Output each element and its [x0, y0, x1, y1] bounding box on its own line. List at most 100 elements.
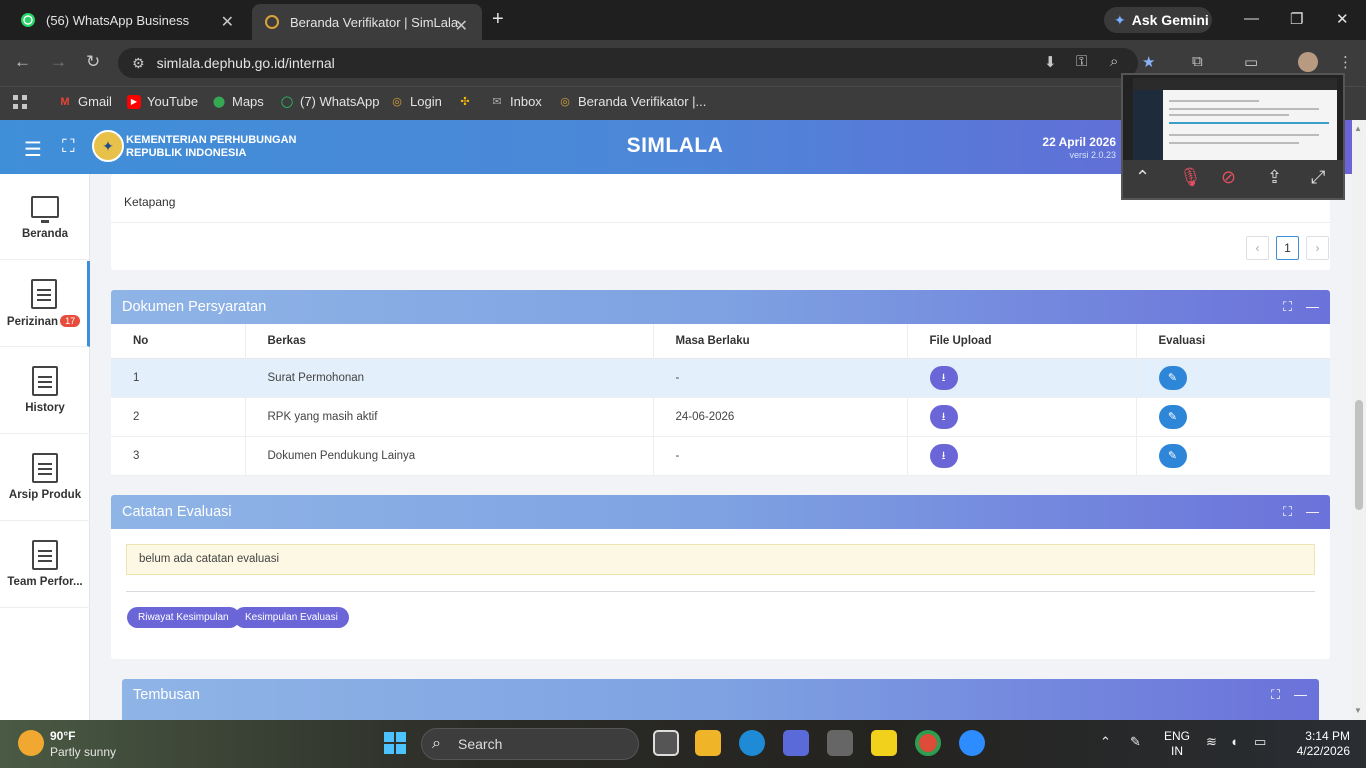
table-row: 3 Dokumen Pendukung Lainya - ⭳ ✎ [111, 436, 1330, 476]
new-tab-icon[interactable]: + [492, 8, 504, 31]
weather-partly-sunny-icon[interactable] [18, 730, 44, 756]
sidebar-item-history[interactable]: History [0, 348, 90, 434]
chrome-icon[interactable] [915, 730, 941, 756]
pagination-prev-button[interactable]: ‹ [1246, 236, 1269, 260]
sidebar-item-arsip-produk[interactable]: Arsip Produk [0, 435, 90, 521]
page-scrollbar[interactable]: ▲ ▼ [1352, 120, 1366, 720]
simlala-favicon-icon [264, 14, 280, 30]
back-icon[interactable]: ← [14, 52, 31, 72]
install-app-icon[interactable]: ⬇ [1044, 53, 1057, 71]
sidebar-item-beranda[interactable]: Beranda [0, 174, 90, 260]
clock-date: 4/22/2026 [1296, 744, 1350, 758]
edit-evaluasi-button[interactable]: ✎ [1158, 443, 1187, 468]
bookmark-login[interactable]: ◎ Login [390, 94, 442, 109]
fullscreen-icon[interactable]: ⛶ [62, 136, 75, 157]
restore-icon[interactable]: ❐ [1290, 10, 1303, 28]
kesimpulan-evaluasi-button[interactable]: Kesimpulan Evaluasi [234, 607, 349, 628]
panel-expand-icon[interactable]: ⛶ [1283, 290, 1292, 324]
sidebar-item-label: Beranda [21, 228, 69, 240]
meeting-pip-window[interactable]: ⌃ 🎙 ⊘ ⇪ ⤢ [1121, 73, 1345, 200]
bookmark-whatsapp[interactable]: ◯ (7) WhatsApp [280, 94, 380, 109]
share-screen-icon[interactable]: ⇪ [1267, 167, 1282, 188]
hamburger-menu-icon[interactable]: ☰ [24, 137, 42, 162]
site-info-icon[interactable]: ⚙ [132, 55, 145, 72]
password-key-icon[interactable]: ⚿ [1076, 53, 1087, 70]
row-number: 2 [111, 397, 246, 437]
download-button[interactable]: ⭳ [929, 443, 958, 468]
volume-icon[interactable]: ◖ [1230, 734, 1238, 749]
bookmark-label: Inbox [510, 94, 542, 109]
download-button[interactable]: ⭳ [929, 404, 958, 429]
camera-off-icon[interactable]: ⊘ [1221, 167, 1236, 188]
system-clock[interactable]: 3:14 PM 4/22/2026 [1292, 729, 1350, 759]
tray-chevron-up-icon[interactable]: ⌃ [1100, 734, 1111, 750]
cast-icon[interactable]: ▭ [1244, 53, 1258, 71]
panel-expand-icon[interactable]: ⛶ [1271, 679, 1280, 711]
expand-pip-icon[interactable]: ⤢ [1311, 167, 1325, 188]
riwayat-kesimpulan-button[interactable]: Riwayat Kesimpulan [127, 607, 240, 628]
taskbar-search[interactable]: ⌕ Search [421, 728, 639, 760]
scroll-up-icon[interactable]: ▲ [1354, 124, 1362, 133]
battery-icon[interactable]: ▭ [1254, 734, 1266, 750]
camera-app-icon[interactable] [827, 730, 853, 756]
language-indicator[interactable]: ENG IN [1164, 729, 1190, 759]
pen-tray-icon[interactable]: ✎ [1130, 734, 1141, 750]
close-tab-icon[interactable]: ✕ [221, 12, 234, 32]
file-upload-cell: ⭳ [907, 358, 1137, 398]
chevron-up-icon[interactable]: ⌃ [1135, 167, 1150, 188]
panel-title: Catatan Evaluasi [122, 504, 232, 520]
address-bar[interactable]: ⚙ simlala.dephub.go.id/internal [118, 48, 1138, 78]
start-button[interactable] [384, 732, 406, 754]
bookmark-star-icon[interactable]: ★ [1142, 53, 1155, 71]
bookmark-youtube[interactable]: ▶ YouTube [127, 94, 198, 109]
sidebar-item-team-performance[interactable]: Team Perfor... [0, 522, 90, 608]
extensions-icon[interactable]: ⧉ [1192, 53, 1203, 70]
bookmark-maps[interactable]: ⬤ Maps [212, 94, 264, 109]
zoom-icon[interactable]: ⌕ [1110, 53, 1118, 70]
reload-icon[interactable]: ↻ [86, 52, 100, 72]
close-window-icon[interactable]: ✕ [1336, 10, 1349, 28]
zoom-app-icon[interactable] [959, 730, 985, 756]
column-header: No [111, 324, 246, 359]
sidebar-item-label-wrap: Perizinan 17 [0, 315, 87, 328]
edit-evaluasi-button[interactable]: ✎ [1158, 365, 1187, 390]
shared-screen-preview [1133, 78, 1337, 160]
microphone-muted-icon[interactable]: 🎙 [1179, 167, 1202, 188]
tab-whatsapp-business[interactable]: (56) WhatsApp Business ✕ [0, 0, 248, 40]
table-row: 1 Surat Permohonan - ⭳ ✎ [111, 358, 1330, 398]
dokumen-table: No Berkas Masa Berlaku File Upload Evalu… [111, 324, 1330, 476]
pagination-page-button[interactable]: 1 [1276, 236, 1299, 260]
ask-gemini-button[interactable]: ✦ Ask Gemini [1104, 7, 1212, 33]
weather-description[interactable]: Partly sunny [50, 745, 116, 759]
panel-expand-icon[interactable]: ⛶ [1283, 495, 1292, 529]
edit-evaluasi-button[interactable]: ✎ [1158, 404, 1187, 429]
edge-icon[interactable] [739, 730, 765, 756]
panel-collapse-icon[interactable]: — [1306, 495, 1319, 529]
menu-dots-icon[interactable]: ⋮ [1338, 53, 1353, 71]
profile-avatar[interactable] [1298, 52, 1318, 72]
masa-berlaku: 24-06-2026 [653, 397, 908, 437]
download-button[interactable]: ⭳ [929, 365, 958, 390]
sidebar-item-perizinan[interactable]: Perizinan 17 [0, 261, 90, 347]
forward-icon[interactable]: → [50, 52, 67, 72]
wifi-icon[interactable]: ≋ [1206, 734, 1217, 750]
scrollbar-thumb[interactable] [1355, 400, 1363, 510]
pagination-next-button[interactable]: › [1306, 236, 1329, 260]
bookmark-inbox[interactable]: ✉ Inbox [490, 94, 542, 109]
bookmark-beranda-verifikator[interactable]: ◎ Beranda Verifikator |... [558, 94, 706, 109]
bookmark-gmail[interactable]: M Gmail [58, 94, 112, 109]
minimize-icon[interactable]: — [1244, 10, 1259, 27]
apps-grid-icon[interactable] [12, 94, 28, 110]
app-shield-icon[interactable] [783, 730, 809, 756]
task-view-icon[interactable] [653, 730, 679, 756]
bookmark-pinwheel[interactable]: ✣ [458, 94, 478, 108]
panel-collapse-icon[interactable]: — [1306, 290, 1319, 324]
close-tab-icon[interactable]: ✕ [455, 16, 468, 36]
weather-temperature[interactable]: 90°F [50, 729, 75, 743]
panel-collapse-icon[interactable]: — [1294, 679, 1307, 711]
sticky-notes-icon[interactable] [871, 730, 897, 756]
bookmark-label: (7) WhatsApp [300, 94, 380, 109]
scroll-down-icon[interactable]: ▼ [1354, 706, 1362, 715]
tab-beranda-verifikator[interactable]: Beranda Verifikator | SimLala ✕ [252, 4, 482, 40]
file-explorer-icon[interactable] [695, 730, 721, 756]
